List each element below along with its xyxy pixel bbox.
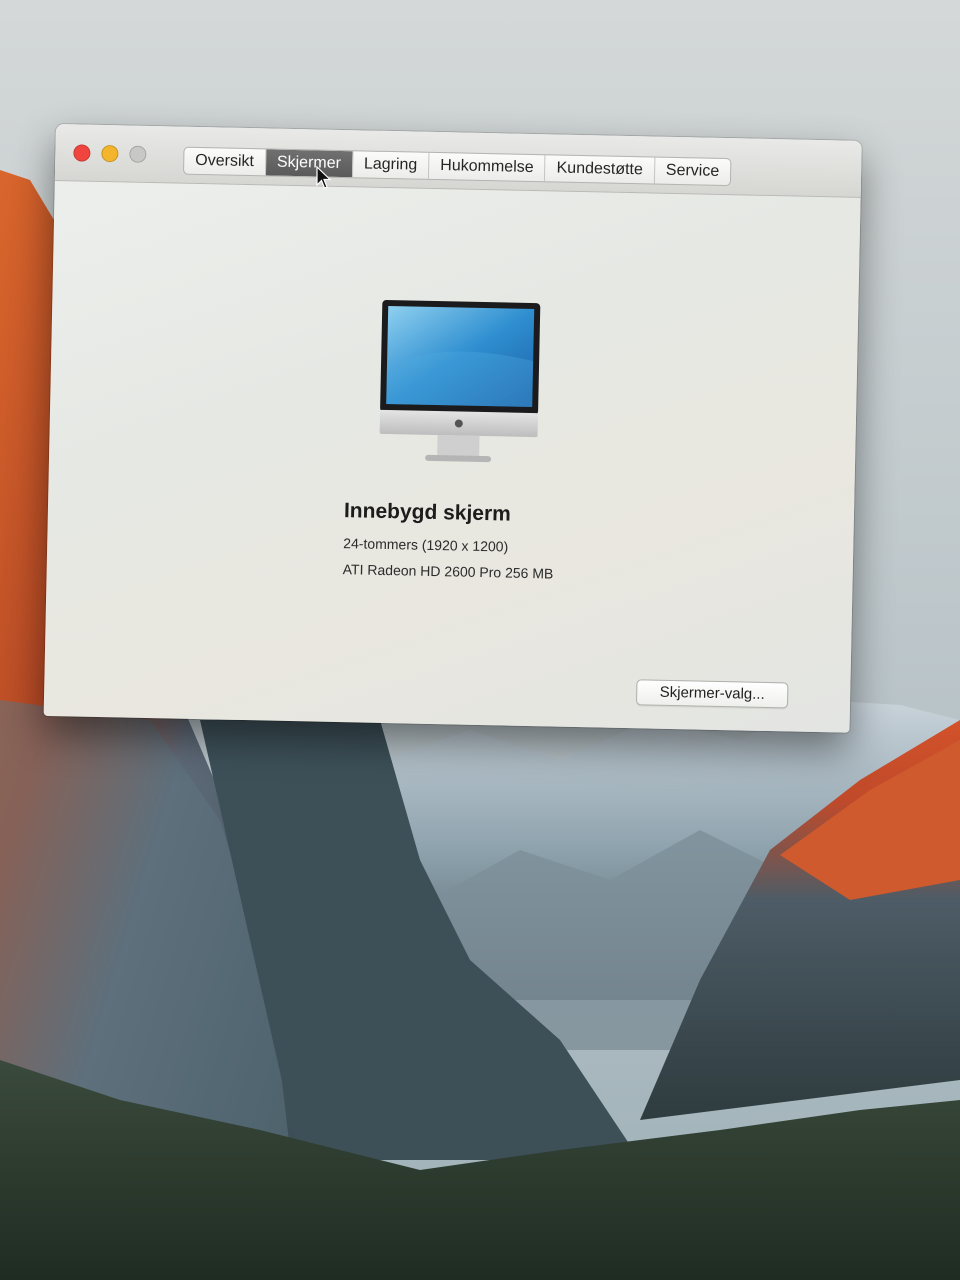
about-this-mac-window: Oversikt Skjermer Lagring Hukommelse Kun… [43, 124, 862, 733]
desktop: Oversikt Skjermer Lagring Hukommelse Kun… [0, 0, 960, 1280]
tab-skjermer[interactable]: Skjermer [265, 149, 354, 178]
zoom-window-button [129, 145, 147, 163]
mouse-pointer-icon [316, 166, 332, 189]
minimize-window-button[interactable] [101, 144, 119, 163]
imac-icon [379, 299, 541, 463]
graphics-card: ATI Radeon HD 2600 Pro 256 MB [342, 561, 554, 582]
tab-hukommelse[interactable]: Hukommelse [428, 152, 546, 182]
tab-oversikt[interactable]: Oversikt [183, 147, 267, 176]
display-resolution: 24-tommers (1920 x 1200) [343, 535, 509, 555]
tab-service[interactable]: Service [655, 158, 731, 186]
tab-bar: Oversikt Skjermer Lagring Hukommelse Kun… [182, 146, 732, 187]
tab-kundestotte[interactable]: Kundestøtte [545, 155, 656, 184]
display-preferences-button[interactable]: Skjermer-valg... [635, 679, 789, 709]
displays-panel: Innebygd skjerm 24-tommers (1920 x 1200)… [44, 181, 861, 733]
display-name: Innebygd skjerm [343, 499, 512, 526]
tab-lagring[interactable]: Lagring [352, 151, 430, 179]
close-window-button[interactable] [73, 144, 91, 162]
